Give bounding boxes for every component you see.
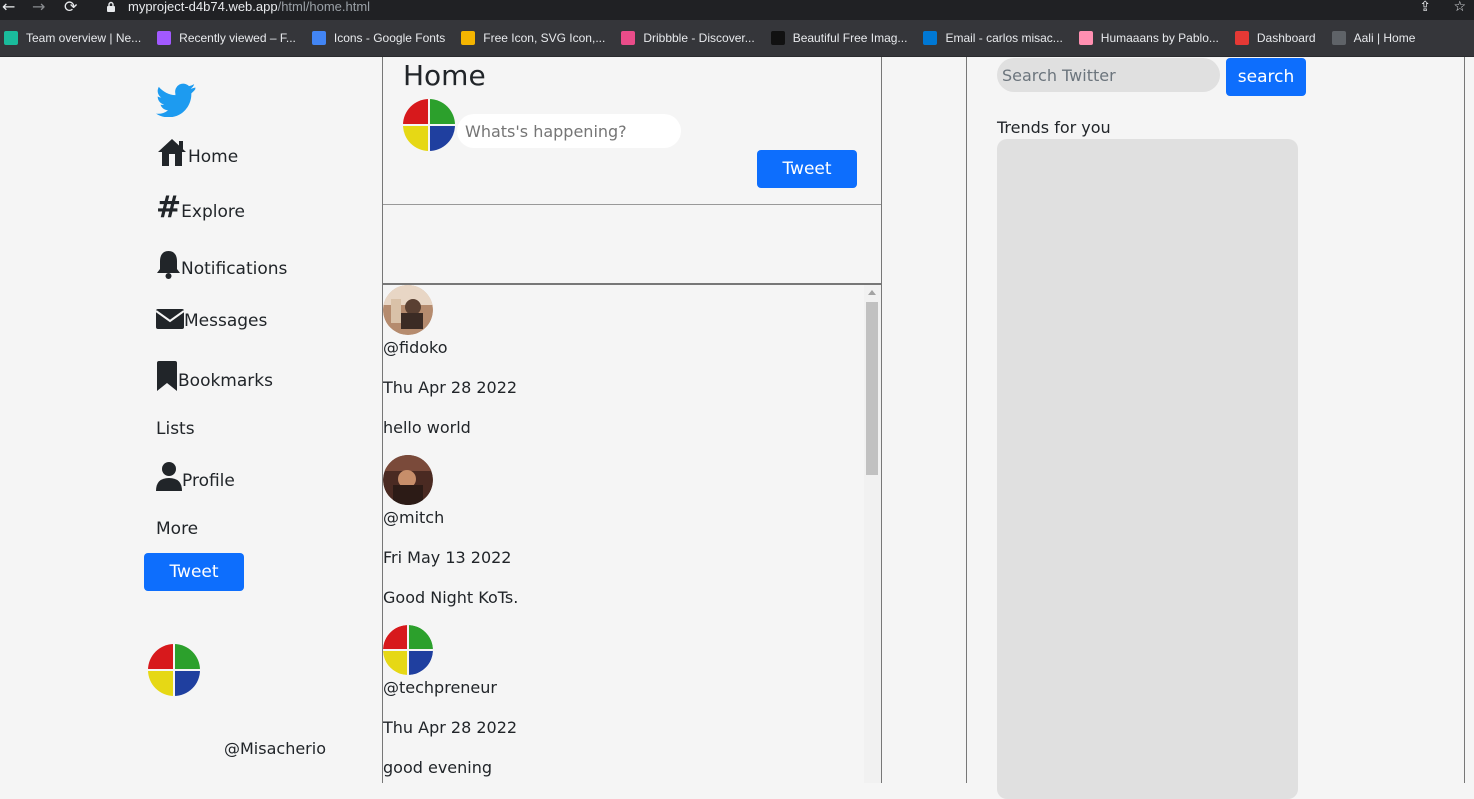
compose-divider-area xyxy=(383,205,881,285)
compose-box: Home Tweet xyxy=(383,57,881,205)
bookmark-item[interactable]: Beautiful Free Imag... xyxy=(770,31,908,45)
bookmark-item[interactable]: Team overview | Ne... xyxy=(4,31,141,45)
bookmark-item[interactable]: Humaaans by Pablo... xyxy=(1078,31,1219,45)
sidebar-item-home[interactable]: Home xyxy=(156,137,238,167)
hashtag-icon: # xyxy=(156,190,182,225)
bookmark-label: Humaaans by Pablo... xyxy=(1100,31,1219,45)
tweet-text: hello world xyxy=(383,418,471,437)
envelope-icon xyxy=(156,309,184,329)
bookmark-favicon-icon xyxy=(770,31,785,45)
bookmark-favicon-icon xyxy=(157,31,172,45)
bookmark-label: Dribbble - Discover... xyxy=(643,31,755,45)
bookmark-favicon-icon xyxy=(1078,31,1093,45)
address-bar[interactable]: myproject-d4b74.web.app/html/home.html xyxy=(128,0,370,14)
sidebar-handle: @Misacherio xyxy=(224,739,326,758)
sidebar-item-label: Profile xyxy=(182,471,235,491)
sidebar-item-messages[interactable]: Messages xyxy=(156,307,267,331)
browser-toolbar: ← → ⟳ myproject-d4b74.web.app/html/home.… xyxy=(0,0,1474,20)
tweet-handle[interactable]: @fidoko xyxy=(383,338,448,357)
url-host: myproject-d4b74.web.app xyxy=(128,0,278,14)
sidebar-item-label: Bookmarks xyxy=(178,371,273,391)
tweet-avatar[interactable] xyxy=(383,285,433,335)
tweet-avatar[interactable] xyxy=(383,455,433,505)
bookmark-favicon-icon xyxy=(311,31,326,45)
app: Home # Explore Notifications Messages Bo… xyxy=(0,57,1474,799)
compose-tweet-button[interactable]: Tweet xyxy=(757,150,857,188)
bookmark-favicon-icon xyxy=(1234,31,1249,45)
tweet-handle[interactable]: @techpreneur xyxy=(383,678,497,697)
star-icon[interactable]: ☆ xyxy=(1453,0,1466,15)
trends-title: Trends for you xyxy=(997,118,1111,137)
bookmark-favicon-icon xyxy=(621,31,636,45)
bookmark-favicon-icon xyxy=(4,31,18,45)
scrollbar-thumb[interactable] xyxy=(866,302,878,475)
tweet-avatar[interactable] xyxy=(383,625,433,675)
sidebar-item-label: Lists xyxy=(156,419,195,439)
url-path: /html/home.html xyxy=(277,0,371,14)
lock-icon xyxy=(107,1,115,12)
sidebar-item-notifications[interactable]: Notifications xyxy=(156,249,287,279)
compose-input[interactable] xyxy=(457,114,681,148)
sidebar-item-bookmarks[interactable]: Bookmarks xyxy=(156,361,273,391)
tweet-text: good evening xyxy=(383,758,493,777)
bookmark-item[interactable]: Recently viewed – F... xyxy=(157,31,296,45)
sidebar-item-more[interactable]: More xyxy=(156,519,198,539)
search-input[interactable] xyxy=(997,58,1220,92)
bookmark-label: Recently viewed – F... xyxy=(179,31,296,45)
tweet-text: Good Night KoTs. xyxy=(383,588,519,607)
tweet-feed[interactable]: @fidoko Thu Apr 28 2022 hello world @mit… xyxy=(383,285,881,783)
search-button[interactable]: search xyxy=(1226,58,1306,96)
sidebar-item-label: Notifications xyxy=(181,259,288,279)
sidebar-item-label: More xyxy=(156,519,199,539)
main-column: Home Tweet @fid xyxy=(382,57,882,783)
bookmark-favicon-icon xyxy=(923,31,938,45)
bookmark-item[interactable]: Email - carlos misac... xyxy=(923,31,1063,45)
page-title: Home xyxy=(403,59,486,92)
left-sidebar: Home # Explore Notifications Messages Bo… xyxy=(0,57,382,783)
person-icon xyxy=(156,462,182,491)
reload-icon[interactable]: ⟳ xyxy=(64,0,77,15)
bookmarks-bar: Team overview | Ne... Recently viewed – F… xyxy=(0,20,1474,57)
scroll-up-arrow-icon[interactable] xyxy=(868,290,876,295)
compose-avatar xyxy=(403,99,455,151)
forward-icon[interactable]: → xyxy=(32,0,45,15)
bookmark-icon xyxy=(157,361,177,391)
user-avatar[interactable] xyxy=(148,644,200,696)
bookmark-label: Dashboard xyxy=(1256,31,1316,45)
home-icon xyxy=(158,139,186,166)
sidebar-item-explore[interactable]: # Explore xyxy=(156,190,245,225)
bell-icon xyxy=(157,251,180,279)
back-icon[interactable]: ← xyxy=(2,0,15,15)
twitter-logo-icon[interactable] xyxy=(156,83,196,117)
tweet-date: Thu Apr 28 2022 xyxy=(383,718,518,737)
sidebar-item-label: Home xyxy=(188,147,239,167)
feed-scrollbar[interactable] xyxy=(864,285,881,783)
sidebar-tweet-button[interactable]: Tweet xyxy=(144,553,244,591)
bookmark-label: Free Icon, SVG Icon,... xyxy=(483,31,606,45)
bookmark-label: Email - carlos misac... xyxy=(945,31,1063,45)
bookmark-item[interactable]: Dribbble - Discover... xyxy=(621,31,755,45)
share-icon[interactable]: ⇪ xyxy=(1419,0,1431,15)
bookmark-label: Team overview | Ne... xyxy=(26,31,142,45)
bookmark-item[interactable]: Dashboard xyxy=(1234,31,1316,45)
toolbar-right: ⇪ ☆ xyxy=(1419,0,1466,14)
bookmark-label: Beautiful Free Imag... xyxy=(792,31,908,45)
tweet-date: Fri May 13 2022 xyxy=(383,548,512,567)
bookmark-favicon-icon xyxy=(1331,31,1346,45)
tweet-date: Thu Apr 28 2022 xyxy=(383,378,518,397)
right-column: search Trends for you xyxy=(966,57,1465,799)
bookmark-favicon-icon xyxy=(461,31,476,45)
sidebar-item-lists[interactable]: Lists xyxy=(156,419,195,439)
trends-panel xyxy=(997,139,1298,799)
sidebar-item-profile[interactable]: Profile xyxy=(156,461,235,491)
tweet-handle[interactable]: @mitch xyxy=(383,508,444,527)
bookmark-label: Aali | Home xyxy=(1353,31,1416,45)
bookmark-item[interactable]: Free Icon, SVG Icon,... xyxy=(461,31,605,45)
sidebar-item-label: Explore xyxy=(181,202,245,222)
bookmark-item[interactable]: Icons - Google Fonts xyxy=(311,31,446,45)
bookmark-label: Icons - Google Fonts xyxy=(333,31,446,45)
sidebar-item-label: Messages xyxy=(184,311,268,331)
bookmark-item[interactable]: Aali | Home xyxy=(1331,31,1416,45)
